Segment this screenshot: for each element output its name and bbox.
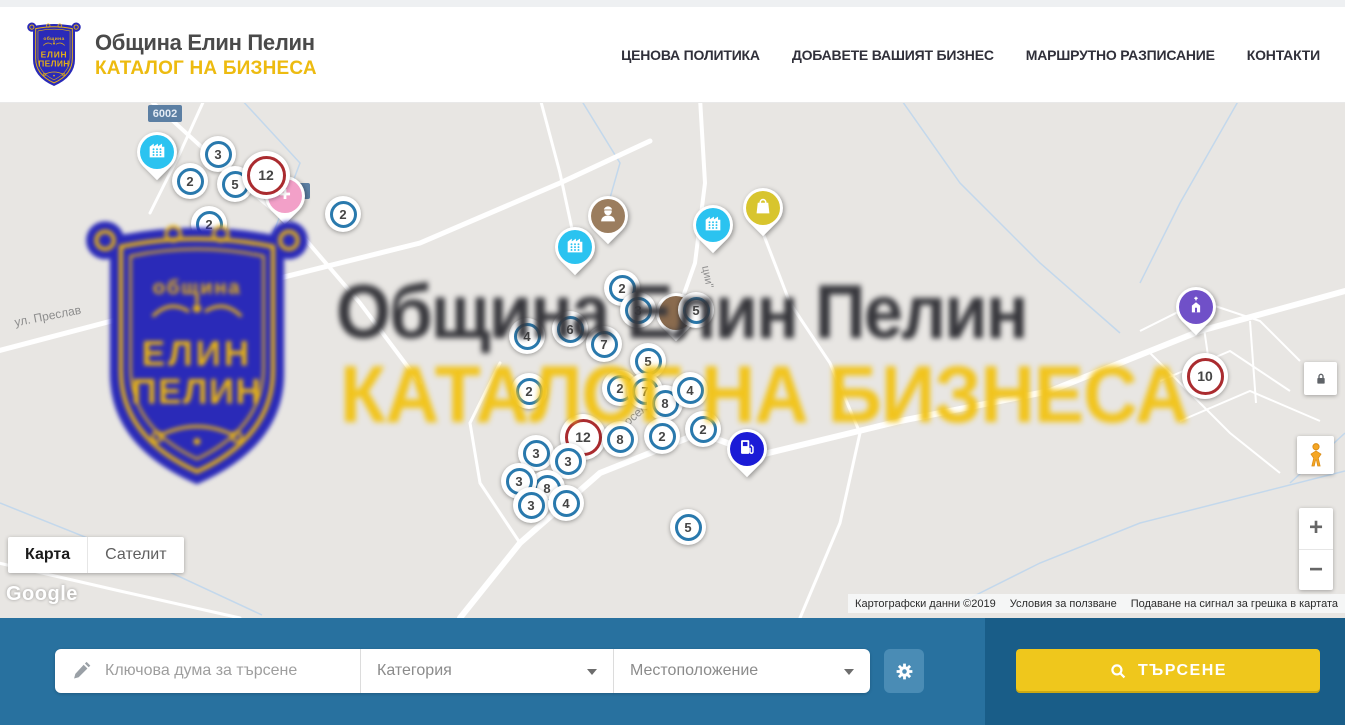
factory-icon [702,212,724,239]
map-cluster-marker[interactable]: 2 [644,418,680,454]
church-icon [1185,294,1207,321]
pegman-icon [1305,442,1327,468]
map-cluster-marker[interactable]: 3 [620,292,656,328]
chevron-down-icon [587,669,597,675]
lock-button[interactable] [1304,362,1337,395]
map-cluster-marker[interactable]: 8 [602,421,638,457]
keyword-field-wrap [55,649,360,693]
map-type-satellite-button[interactable]: Сателит [87,537,183,573]
chevron-down-icon [844,669,854,675]
pegman-button[interactable] [1297,436,1334,474]
map-pin-marker[interactable] [583,192,633,252]
search-button[interactable]: ТЪРСЕНЕ [1016,649,1320,693]
site-header: Община Елин Пелин КАТАЛОГ НА БИЗНЕСА ЦЕН… [0,7,1345,103]
zoom-out-button[interactable]: − [1299,549,1333,591]
map-cluster-marker[interactable]: 4 [548,485,584,521]
map-cluster-marker[interactable]: 5 [670,509,706,545]
map-canvas[interactable]: 6002 ул. Преслав бул. „Новосел ции" 2235… [0,103,1345,618]
zoom-in-button[interactable]: + [1299,508,1333,549]
map-cluster-marker[interactable]: 4 [672,372,708,408]
map-cluster-marker[interactable]: 5 [678,292,714,328]
logo-text: Община Елин Пелин КАТАЛОГ НА БИЗНЕСА [95,30,317,80]
map-cluster-marker[interactable]: 2 [685,411,721,447]
top-strip [0,0,1345,7]
map-attribution: Картографски данни ©2019 Условия за полз… [848,594,1345,613]
map-pin-marker[interactable] [132,128,182,188]
site-logo[interactable]: Община Елин Пелин КАТАЛОГ НА БИЗНЕСА [25,21,317,89]
map-pin-marker[interactable] [688,201,738,261]
google-logo[interactable]: Google [6,583,78,606]
map-pin-marker[interactable] [738,184,788,244]
page: Община Елин Пелин КАТАЛОГ НА БИЗНЕСА ЦЕН… [0,0,1345,725]
category-select-label: Категория [377,662,452,680]
map-pin-marker[interactable] [722,425,772,485]
lock-icon [1313,371,1329,387]
search-fields-container: Категория Местоположение [55,649,870,693]
category-select[interactable]: Категория [360,649,613,693]
factory-icon [146,139,168,166]
nav-item-add-business[interactable]: ДОБАВЕТЕ ВАШИЯТ БИЗНЕС [792,47,994,63]
logo-subtitle: КАТАЛОГ НА БИЗНЕСА [95,58,317,80]
search-icon [1109,662,1128,681]
pencil-icon [72,661,92,681]
attribution-copyright: Картографски данни ©2019 [848,598,1003,610]
search-bar: Категория Местоположение ТЪРСЕНЕ [0,618,1345,725]
map-markers-layer: 223512223546752278412822338334510 [0,103,1345,618]
location-select-label: Местоположение [630,662,758,680]
worker-icon [597,203,619,230]
municipality-crest-logo [25,21,83,89]
nav-item-pricing[interactable]: ЦЕНОВА ПОЛИТИКА [621,47,760,63]
gear-icon [894,661,915,682]
map-cluster-marker[interactable]: 6 [552,311,588,347]
map-cluster-marker[interactable]: 2 [325,196,361,232]
nav-item-route-schedule[interactable]: МАРШРУТНО РАЗПИСАНИЕ [1026,47,1215,63]
main-nav: ЦЕНОВА ПОЛИТИКА ДОБАВЕТЕ ВАШИЯТ БИЗНЕС М… [621,47,1320,63]
map-cluster-marker[interactable]: 4 [509,318,545,354]
fuel-icon [736,436,758,463]
map-cluster-marker[interactable]: 3 [513,487,549,523]
map-type-map-button[interactable]: Карта [8,537,87,573]
location-select[interactable]: Местоположение [613,649,870,693]
map-pin-marker[interactable] [1171,283,1221,343]
advanced-settings-button[interactable] [884,649,924,693]
map-cluster-marker[interactable]: 10 [1182,353,1228,399]
bag-icon [752,195,774,222]
map-cluster-marker[interactable]: 2 [511,373,547,409]
map-cluster-marker[interactable]: 2 [191,206,227,242]
map-type-control: Карта Сателит [8,537,184,573]
attribution-report-error-link[interactable]: Подаване на сигнал за грешка в картата [1124,598,1345,610]
attribution-terms-link[interactable]: Условия за ползване [1003,598,1124,610]
logo-title: Община Елин Пелин [95,30,317,56]
map-cluster-marker[interactable]: 12 [242,151,290,199]
nav-item-contacts[interactable]: КОНТАКТИ [1247,47,1320,63]
map-cluster-marker[interactable]: 7 [586,326,622,362]
zoom-control: + − [1299,508,1333,590]
search-button-label: ТЪРСЕНЕ [1138,662,1227,680]
keyword-search-input[interactable] [105,662,360,680]
